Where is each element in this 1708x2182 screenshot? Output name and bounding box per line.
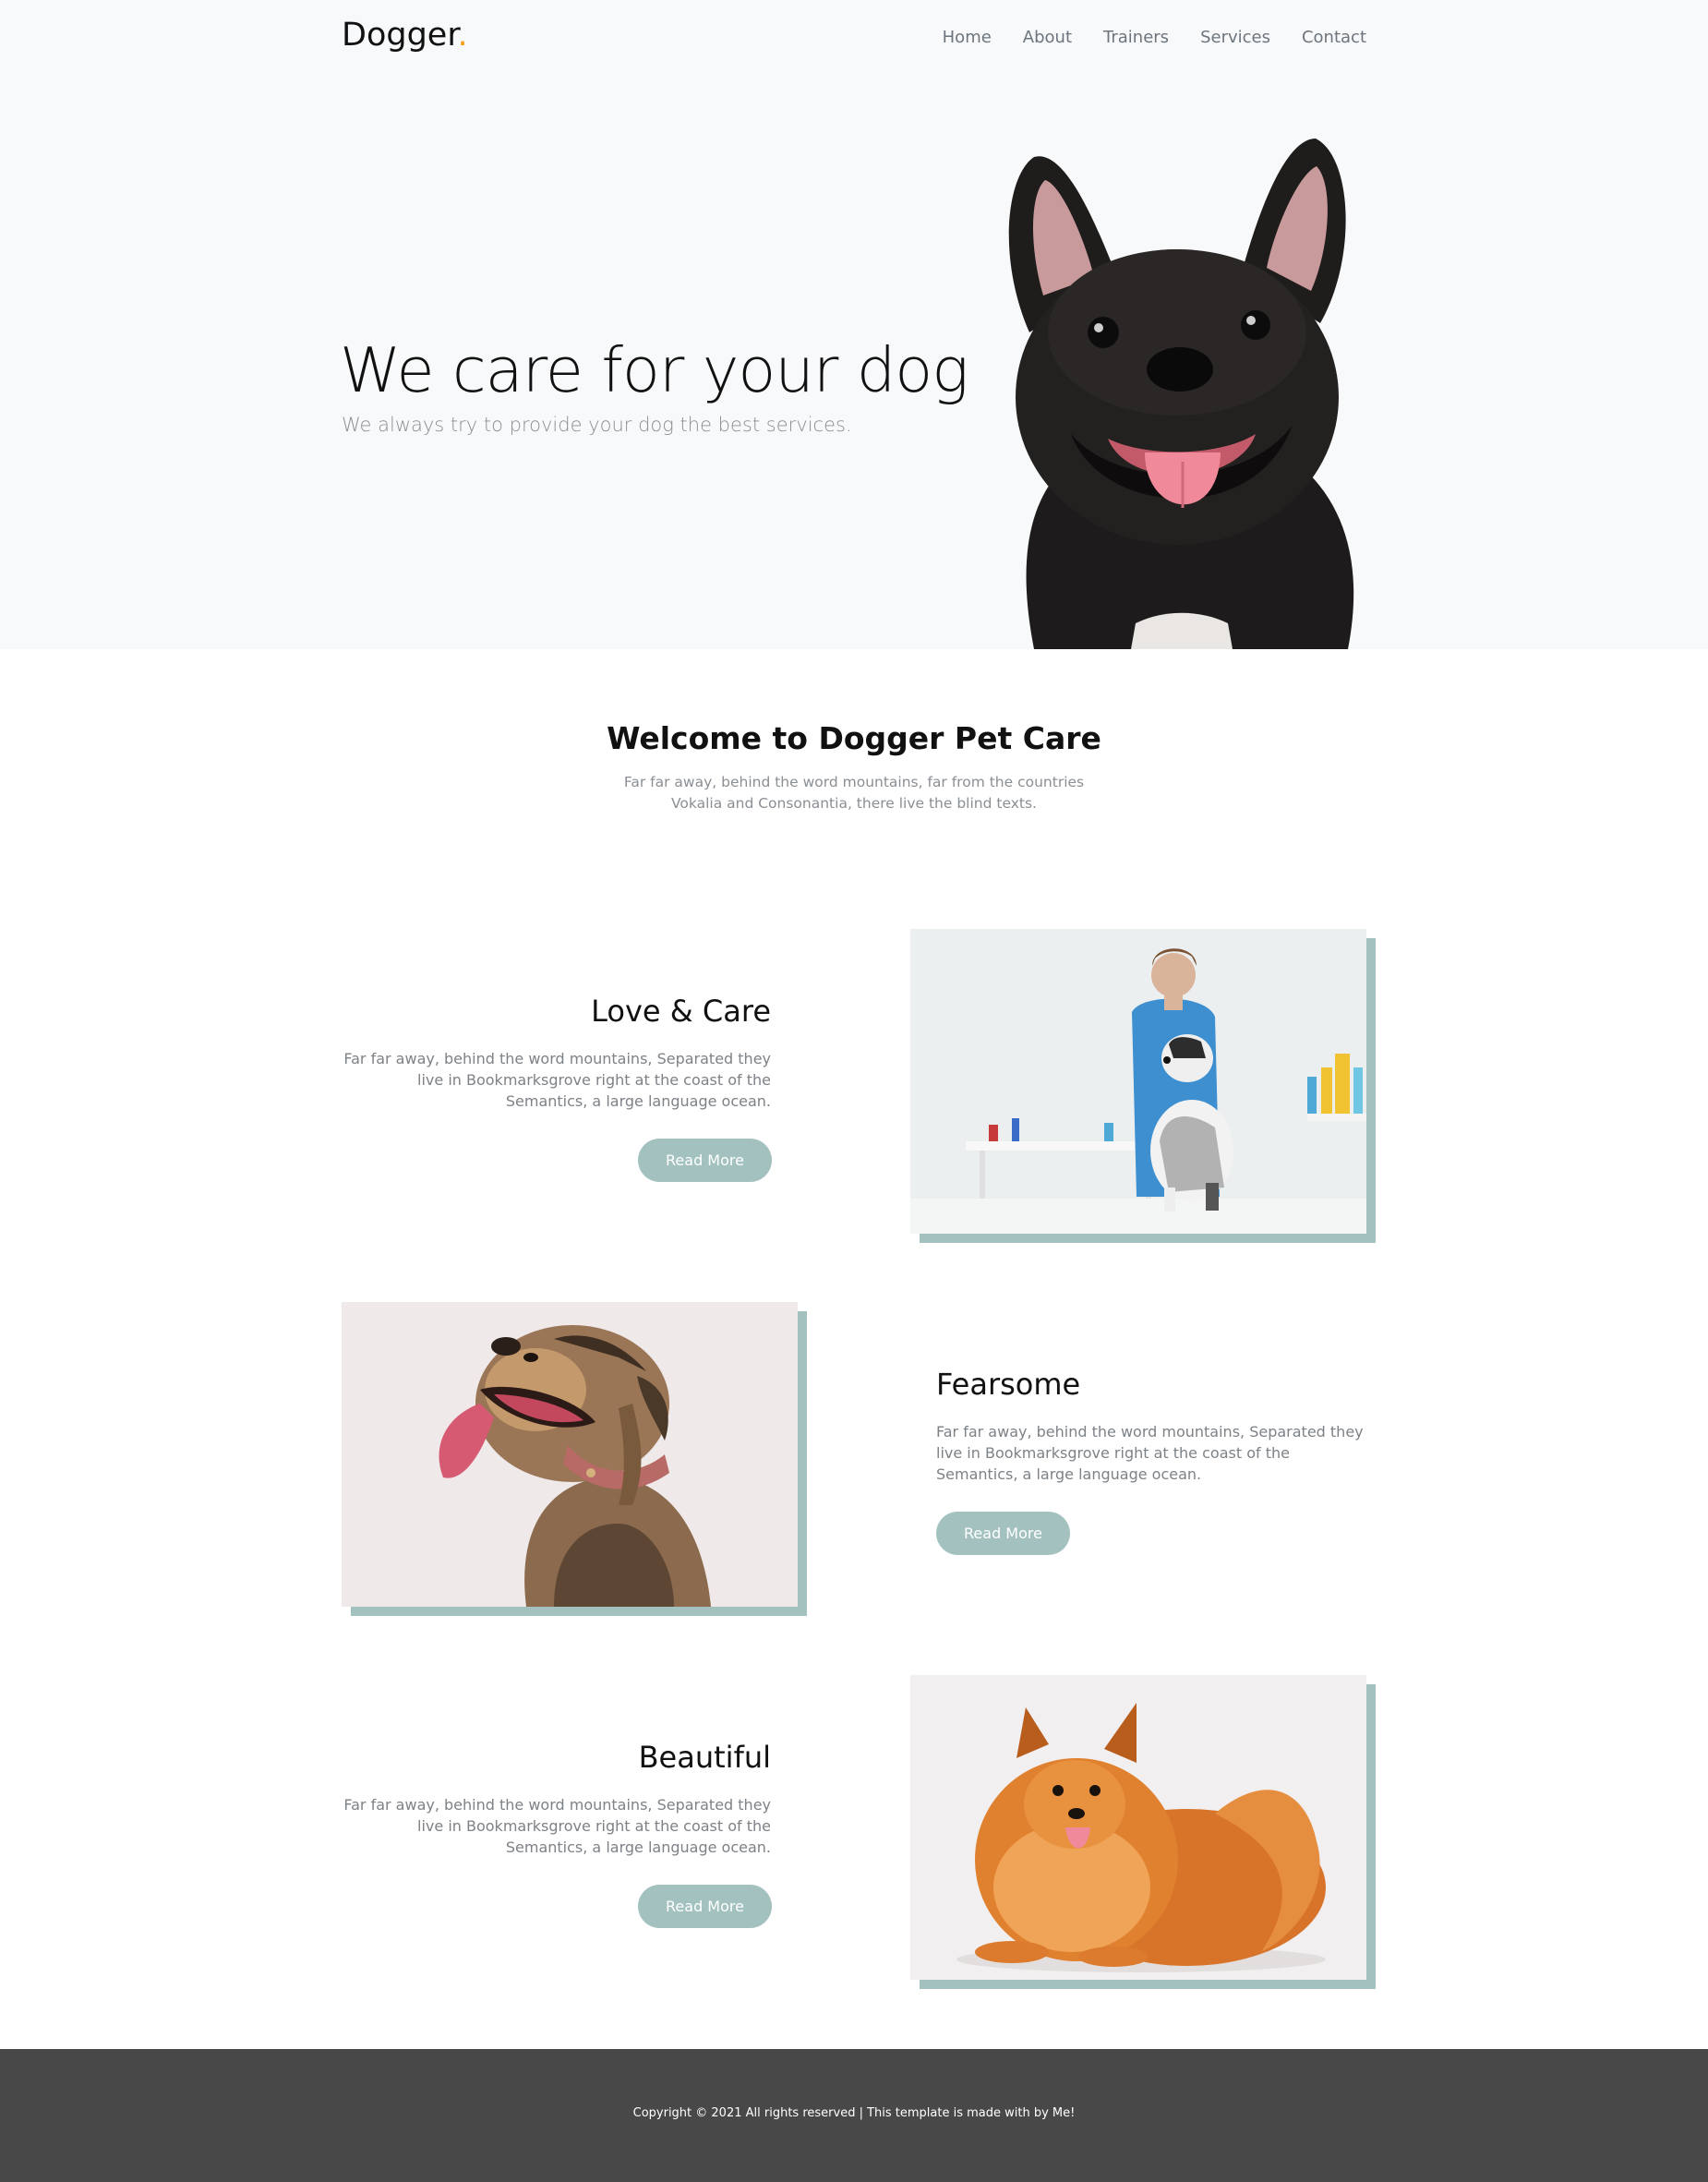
hero-subtitle: We always try to provide your dog the be… [342,414,852,436]
feature-title-love-care: Love & Care [591,994,771,1029]
brand-logo[interactable]: Dogger. [342,17,468,54]
nav-trainers[interactable]: Trainers [1103,28,1169,47]
feature-title-beautiful: Beautiful [638,1740,771,1775]
hero-section: Dogger. Home About Trainers Services Con… [0,0,1708,649]
bulldog-photo [342,1302,798,1607]
footer-copyright: Copyright © 2021 All rights reserved | T… [632,2106,1076,2120]
read-more-button-love-care[interactable]: Read More [638,1139,772,1182]
feature-image-love-care [910,929,1376,1243]
footer: Copyright © 2021 All rights reserved | T… [0,2049,1708,2182]
feature-text-beautiful: Far far away, behind the word mountains,… [343,1796,771,1856]
feature-text-love-care: Far far away, behind the word mountains,… [343,1050,771,1110]
nav-about[interactable]: About [1023,28,1072,47]
main-nav: Home About Trainers Services Contact [943,28,1366,47]
feature-text-fearsome: Far far away, behind the word mountains,… [936,1423,1364,1483]
nav-home[interactable]: Home [943,28,992,47]
brand-name: Dogger [342,17,458,54]
read-more-button-fearsome[interactable]: Read More [936,1512,1070,1555]
brand-dot: . [457,17,468,54]
feature-image-beautiful [910,1675,1376,1989]
welcome-text: Far far away, behind the word mountains,… [623,774,1085,812]
nav-contact[interactable]: Contact [1302,28,1366,47]
hero-dog-image [1008,139,1354,649]
pomeranian-photo [910,1675,1366,1980]
vet-with-dog-photo [910,929,1366,1234]
feature-title-fearsome: Fearsome [936,1367,1081,1402]
nav-services[interactable]: Services [1200,28,1270,47]
hero-title: We care for your dog [340,334,968,406]
feature-image-fearsome [342,1302,807,1616]
read-more-button-beautiful[interactable]: Read More [638,1885,772,1928]
welcome-title: Welcome to Dogger Pet Care [607,720,1101,756]
